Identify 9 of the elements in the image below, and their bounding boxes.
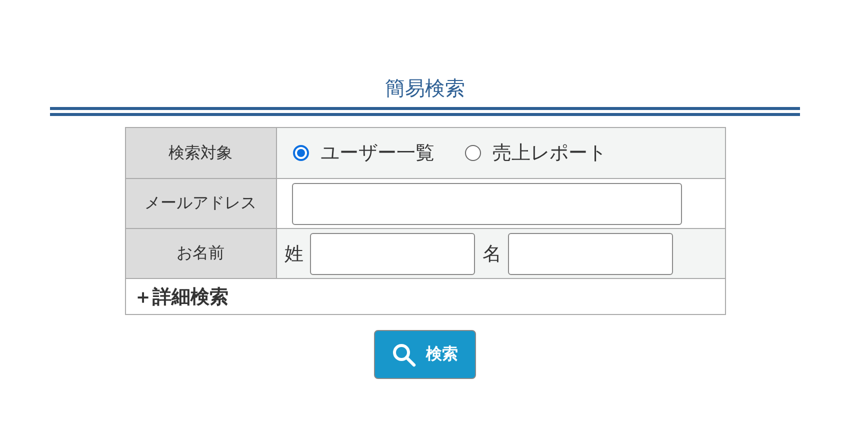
row-label: 検索対象: [126, 128, 276, 179]
row-label: メールアドレス: [126, 179, 276, 229]
row-label: お名前: [126, 229, 276, 279]
section-title: 簡易検索: [385, 75, 465, 102]
advanced-search-toggle[interactable]: ＋詳細検索: [134, 284, 228, 310]
radio-option[interactable]: ユーザー一覧: [292, 140, 434, 166]
radio-option[interactable]: 売上レポート: [464, 140, 606, 166]
field-label: 姓: [284, 242, 304, 266]
field-label: 名: [482, 242, 502, 266]
